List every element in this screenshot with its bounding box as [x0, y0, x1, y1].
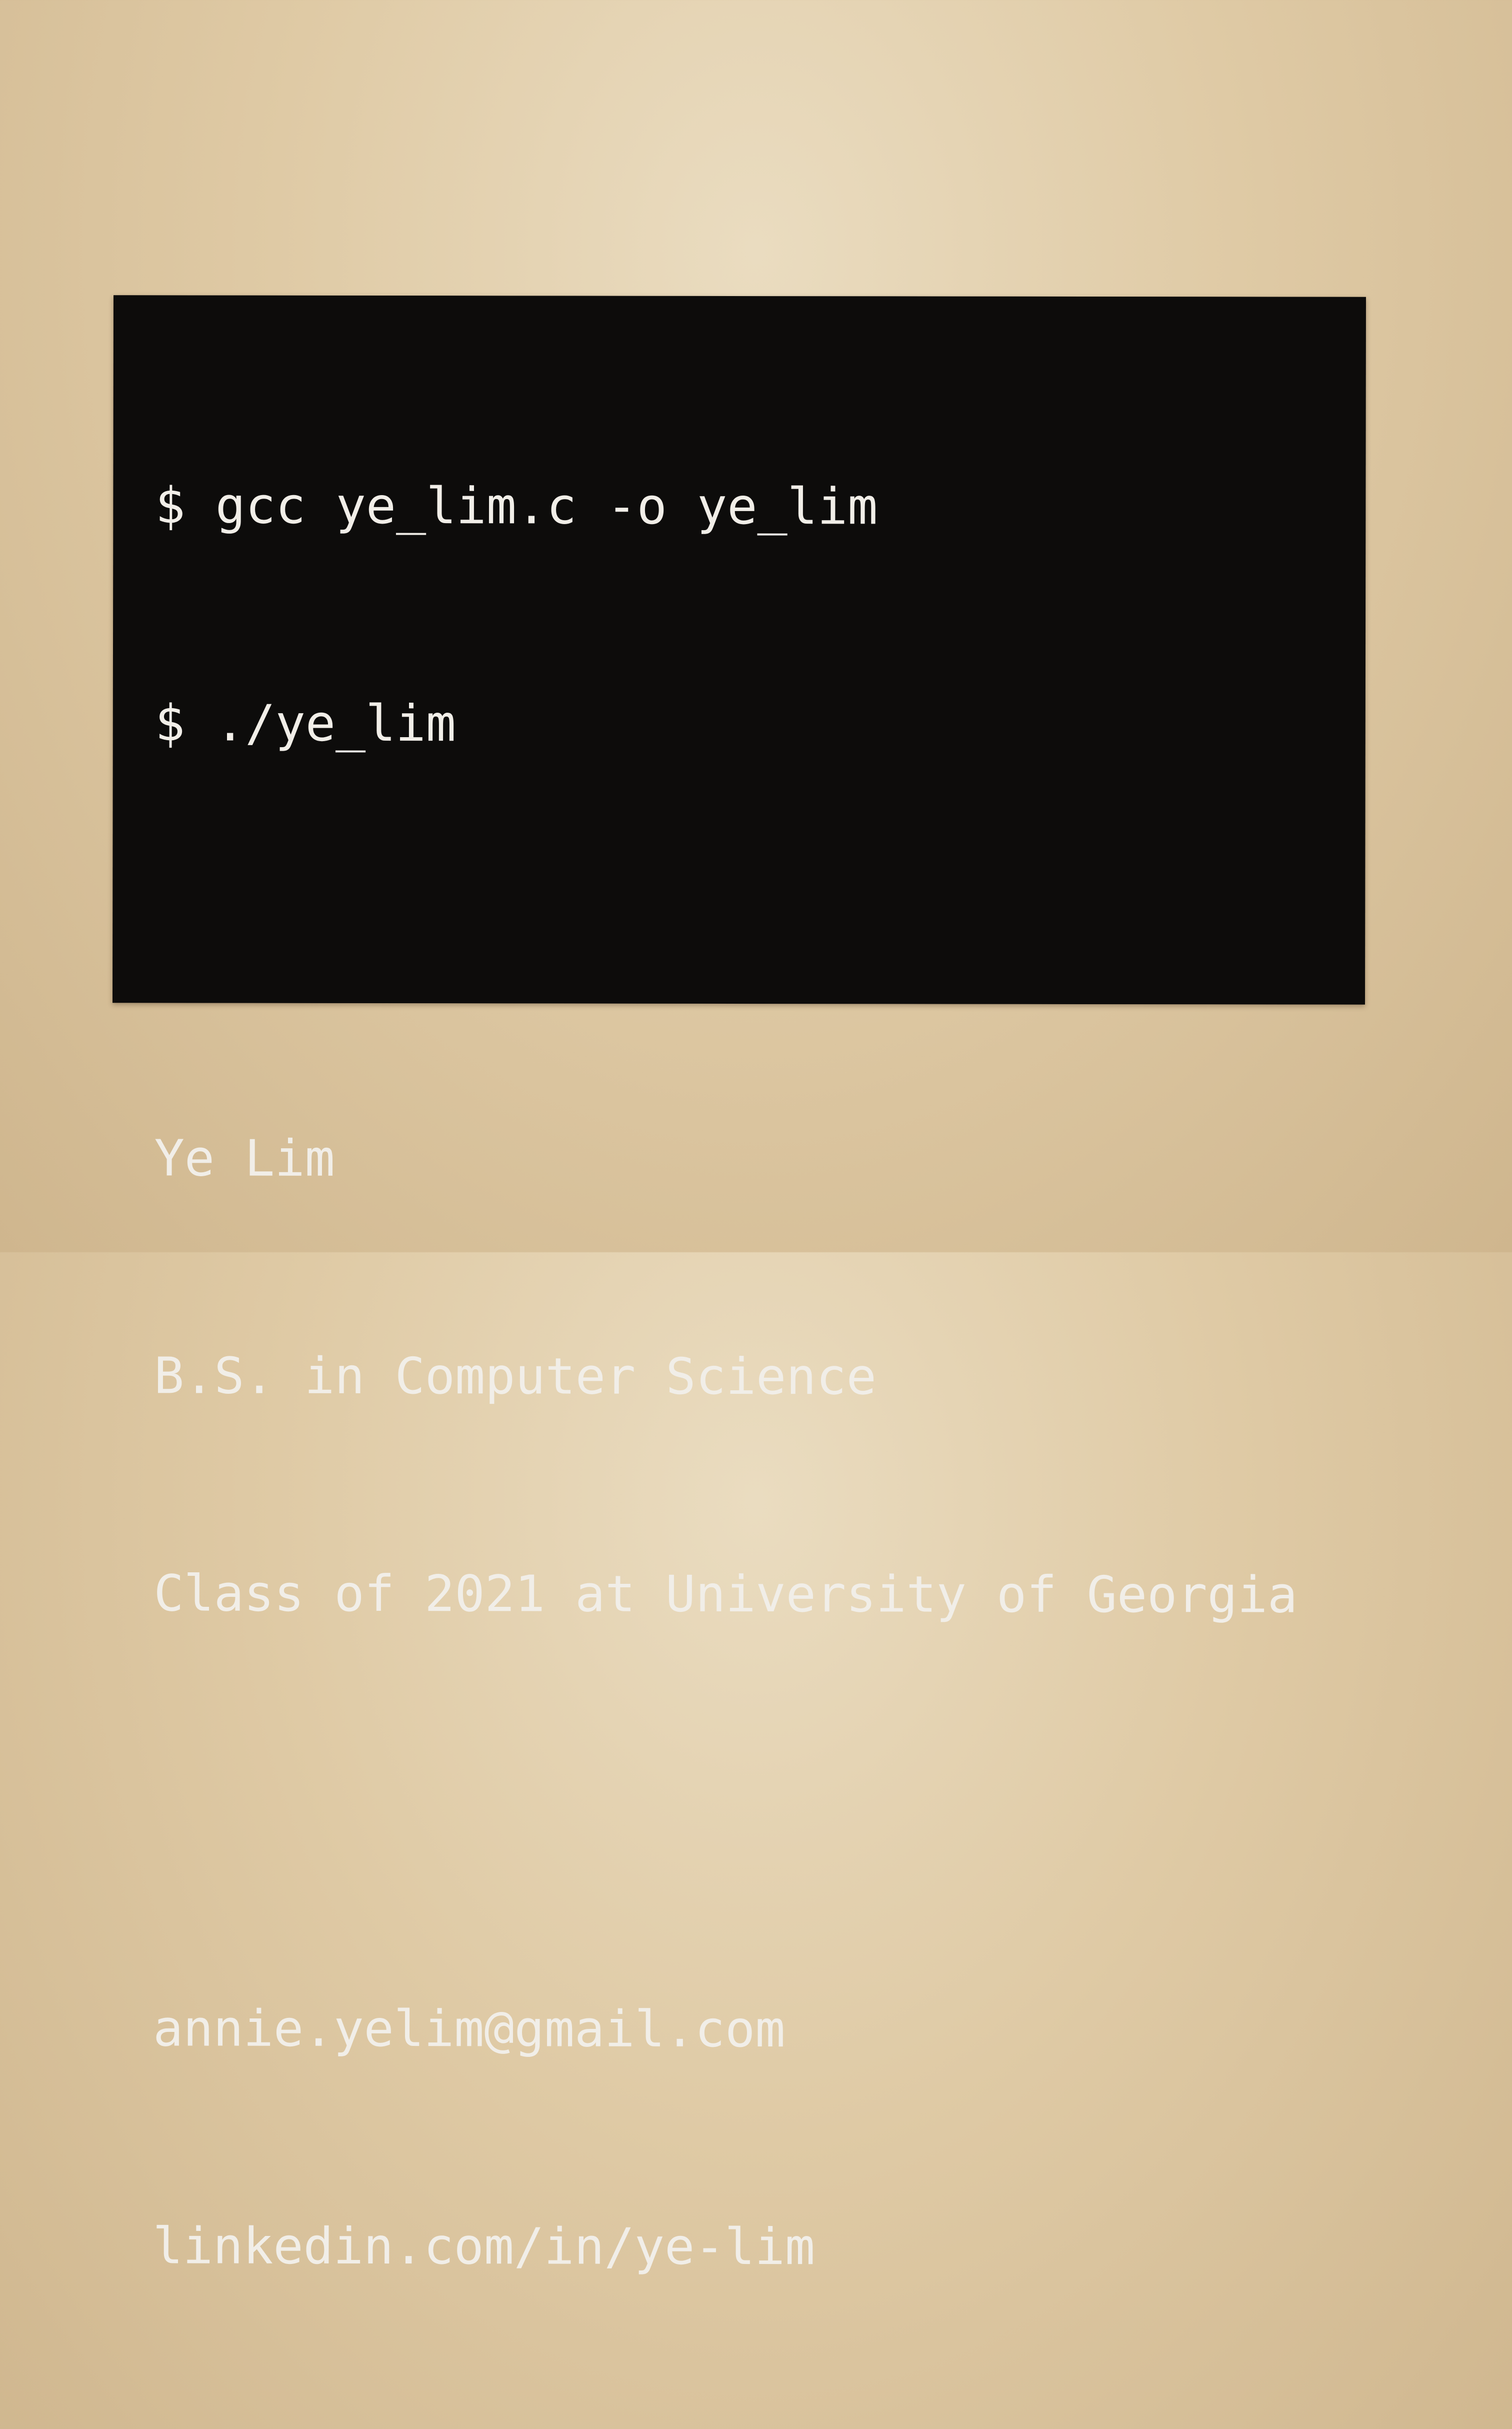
card-text: $ gcc ye_lim.c -o ye_lim $ ./ye_lim Ye L…: [152, 324, 1300, 2428]
business-card: $ gcc ye_lim.c -o ye_lim $ ./ye_lim Ye L…: [112, 295, 1366, 2276]
degree: B.S. in Computer Science: [154, 1346, 876, 1406]
linkedin-url: linkedin.com/in/ye-lim: [152, 2216, 816, 2276]
class-year: Class of 2021 at University of Georgia: [154, 1564, 1298, 1624]
compile-command: $ gcc ye_lim.c -o ye_lim: [155, 476, 878, 536]
run-command: $ ./ye_lim: [154, 694, 456, 753]
name: Ye Lim: [154, 1129, 335, 1188]
email: annie.yelim@gmail.com: [153, 1999, 786, 2059]
